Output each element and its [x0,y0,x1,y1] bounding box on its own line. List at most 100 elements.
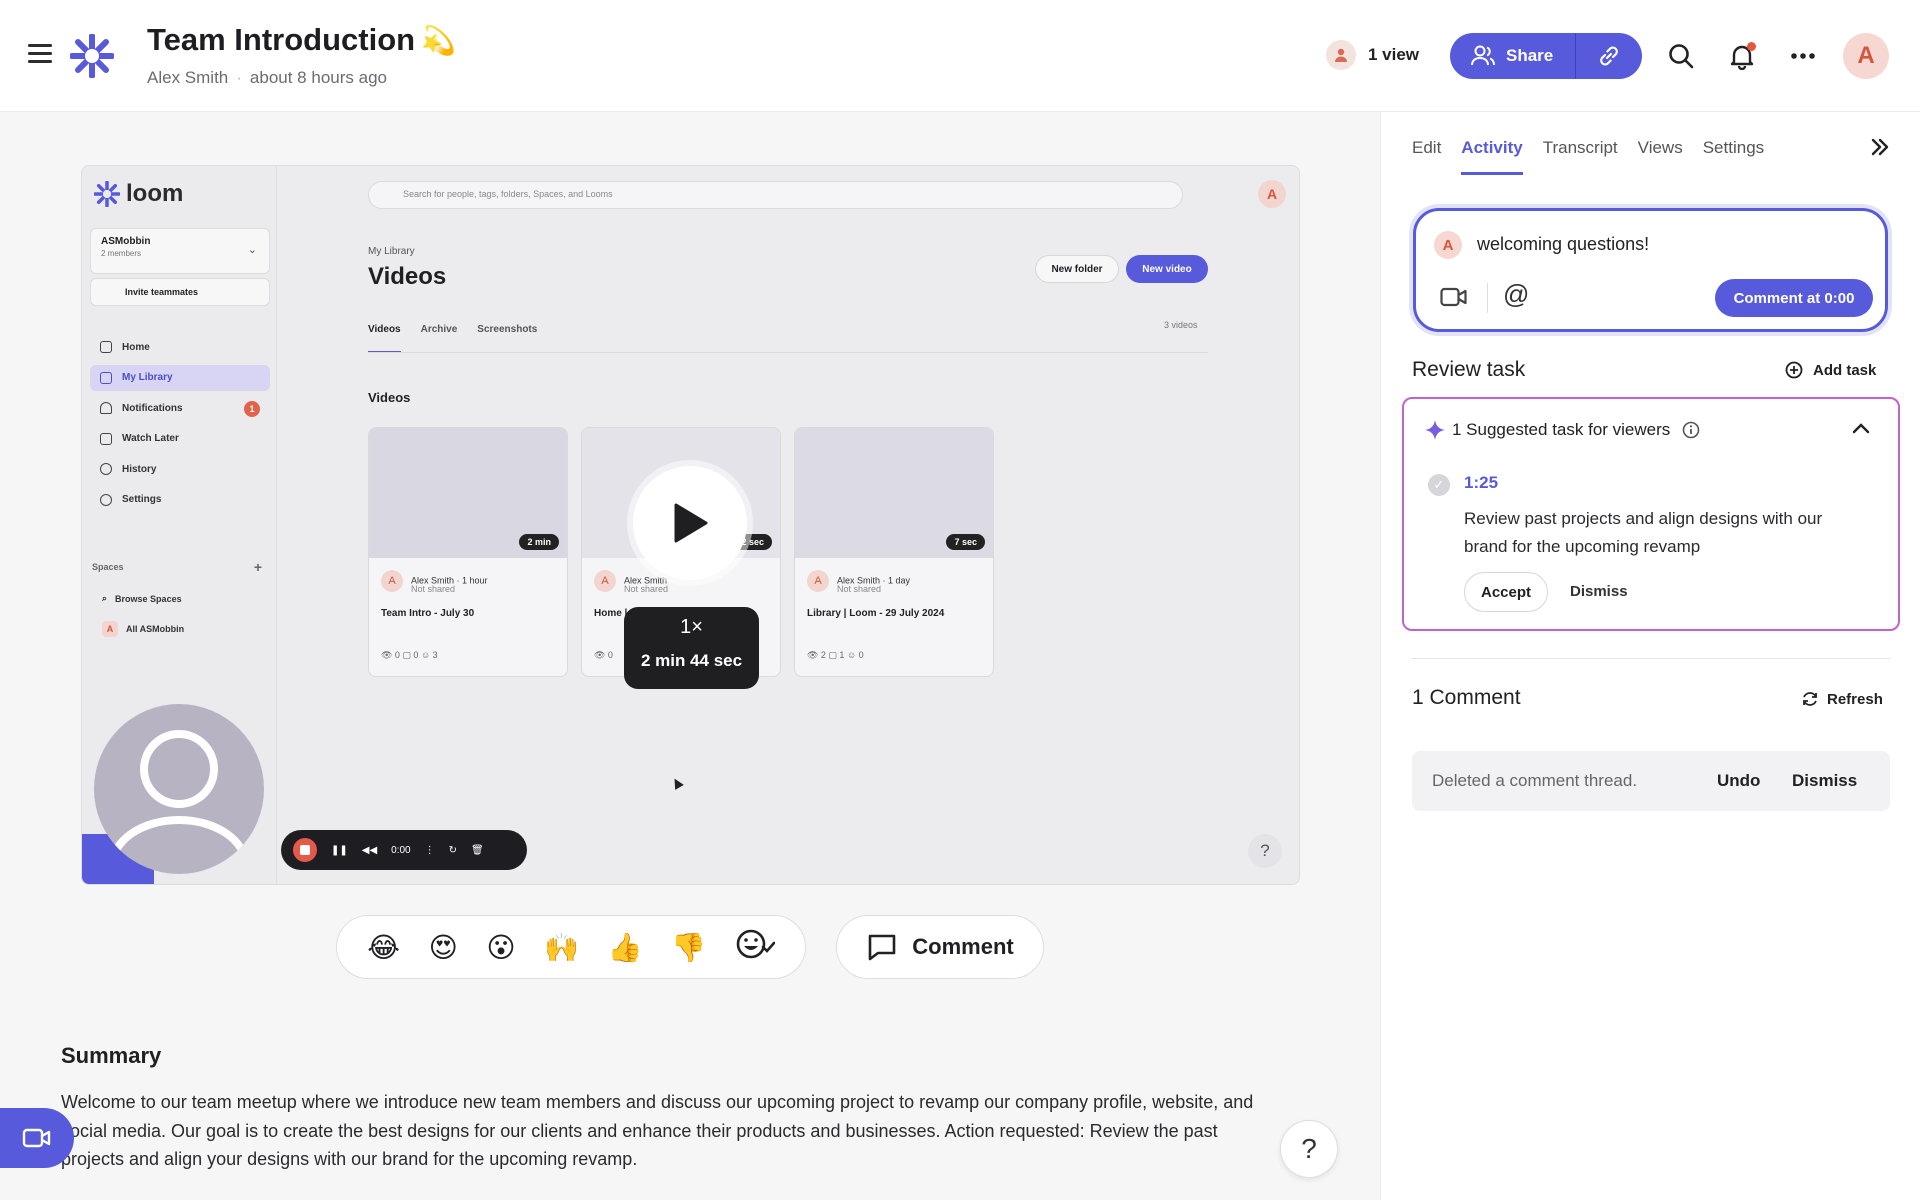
mouse-cursor [670,776,684,790]
task-timestamp[interactable]: 1:25 [1464,473,1498,493]
activity-sidebar: Edit Activity Transcript Views Settings … [1380,112,1920,1200]
recorded-spaces-label: Spaces + [92,559,262,575]
tab-activity[interactable]: Activity [1461,138,1523,175]
title-block: Team Introduction 💫 Alex Smith · about 8 ho… [147,22,456,87]
tab-views[interactable]: Views [1638,138,1683,175]
add-reaction-icon[interactable] [735,927,775,968]
video-title[interactable]: Team Introduction [147,22,415,57]
collapse-sidebar-icon[interactable] [1869,136,1891,164]
review-task-heading: Review task [1412,358,1526,381]
recorded-all-spaces: A All ASMobbin [102,621,184,637]
recorded-workspace: ASMobbin 2 members ⌄ [90,228,270,274]
recorded-sidebar: loom ASMobbin 2 members ⌄ Invite teammat… [82,166,277,884]
playback-info[interactable]: 1× 2 min 44 sec [624,607,759,689]
loom-logo-icon[interactable] [70,34,114,78]
chevron-down-icon: ⌄ [247,244,257,256]
reaction-raised-hands[interactable]: 🙌 [544,931,579,964]
menu-icon[interactable] [28,44,52,64]
views-label: 1 view [1368,45,1420,64]
link-icon [1600,46,1619,66]
tab-transcript[interactable]: Transcript [1543,138,1618,175]
help-button[interactable]: ? [1280,1120,1338,1178]
author-name: Alex Smith [147,68,229,87]
reaction-thumbs-up[interactable]: 👍 [608,931,643,964]
recorded-nav-item: Notifications 1 [90,395,270,421]
recorded-search: Search for people, tags, folders, Spaces… [368,181,1183,209]
notification-bell-icon[interactable] [1726,40,1758,72]
summary-text: Welcome to our team meetup where we intr… [61,1092,1254,1169]
recorded-badge: 1 [244,401,260,417]
suggested-task-card: 1 Suggested task for viewers ✓ 1:25 Revi… [1402,397,1900,631]
add-task-label: Add task [1813,361,1877,379]
copy-link-button[interactable] [1576,33,1643,79]
more-options-icon[interactable] [1787,40,1819,72]
reaction-heart-eyes[interactable]: 😍 [429,931,458,964]
recorded-help-icon: ? [1248,834,1282,868]
search-icon[interactable] [1665,40,1697,72]
recorded-page-title: Videos [368,263,447,290]
recorded-control-bar: ❚❚ ◀◀ 0:00 ⋮ ↻ 🗑 [281,830,527,870]
sidebar-tabs: Edit Activity Transcript Views Settings [1412,138,1764,175]
deleted-thread-notice: Deleted a comment thread. Undo Dismiss [1412,751,1890,811]
play-icon [674,503,708,543]
task-check-icon[interactable]: ✓ [1428,474,1450,496]
record-camera-button[interactable] [0,1108,74,1168]
share-group: Share [1450,33,1643,79]
play-button[interactable] [633,466,747,580]
dismiss-task-button[interactable]: Dismiss [1570,583,1628,600]
comments-heading: 1 Comment [1412,686,1521,709]
plus-circle-icon [1785,361,1803,379]
reaction-laugh[interactable]: 😂 [367,931,400,964]
comment-input[interactable]: welcoming questions! [1477,234,1649,255]
video-length: 2 min 44 sec [640,651,743,670]
share-label: Share [1506,46,1554,65]
user-avatar[interactable]: A [1843,33,1889,79]
top-bar: Team Introduction 💫 Alex Smith · about 8 ho… [0,0,1920,112]
recorded-avatar: A [1258,180,1286,208]
workspace-name: ASMobbin [101,236,151,247]
comment-icon [868,934,896,961]
reaction-thumbs-down[interactable]: 👎 [671,931,706,964]
recorded-logo: loom [94,180,183,208]
video-player[interactable]: loom ASMobbin 2 members ⌄ Invite teammat… [81,165,1300,885]
recorded-video-card: 7 sec A Alex Smith · 1 day Not shared Libr… [794,427,994,677]
comment-composer: A welcoming questions! @ Comment at 0:00 [1413,208,1888,332]
recorded-video-card: 2 min A Alex Smith · 1 hour Not shared Tea… [368,427,568,677]
recorded-nav-item: Home [90,334,270,360]
refresh-label: Refresh [1827,690,1883,708]
title-emoji: 💫 [421,25,456,56]
video-reply-icon[interactable] [1440,287,1468,312]
recorded-nav-item: History [90,456,270,482]
info-icon[interactable] [1682,421,1700,439]
comment-button[interactable]: Comment [836,915,1044,979]
notification-dot [1747,42,1756,51]
reaction-surprised[interactable]: 😮 [486,931,515,964]
recorded-new-folder: New folder [1035,255,1119,283]
recorded-nav-item: My Library [90,364,270,391]
comment-submit-button[interactable]: Comment at 0:00 [1715,279,1873,317]
sparkle-icon [1425,420,1445,440]
chevron-up-icon[interactable] [1852,417,1870,440]
views-counter[interactable]: 1 view [1326,40,1419,70]
playback-speed[interactable]: 1× [624,616,759,639]
add-task-button[interactable]: Add task [1785,361,1876,379]
share-button[interactable]: Share [1450,33,1577,79]
people-icon [1471,45,1495,66]
mention-icon[interactable]: @ [1503,279,1529,310]
recorded-section-title: Videos [368,390,411,405]
accept-task-button[interactable]: Accept [1464,572,1548,612]
tab-settings[interactable]: Settings [1703,138,1764,175]
undo-button[interactable]: Undo [1717,771,1760,791]
viewer-icon [1326,40,1356,70]
task-description: Review past projects and align designs w… [1464,509,1823,556]
recorded-nav: Home My Library Notifications 1 Watch Lat… [90,334,270,517]
recorded-nav-item: Watch Later [90,426,270,452]
refresh-icon [1803,692,1817,706]
recorded-app-name: loom [126,180,184,207]
recorded-breadcrumb: My Library [368,246,415,257]
recorded-count: 3 videos [1164,320,1198,330]
tab-edit[interactable]: Edit [1412,138,1441,175]
dismiss-notice-button[interactable]: Dismiss [1792,771,1857,791]
refresh-button[interactable]: Refresh [1801,690,1883,708]
workspace-members: 2 members [101,249,142,258]
